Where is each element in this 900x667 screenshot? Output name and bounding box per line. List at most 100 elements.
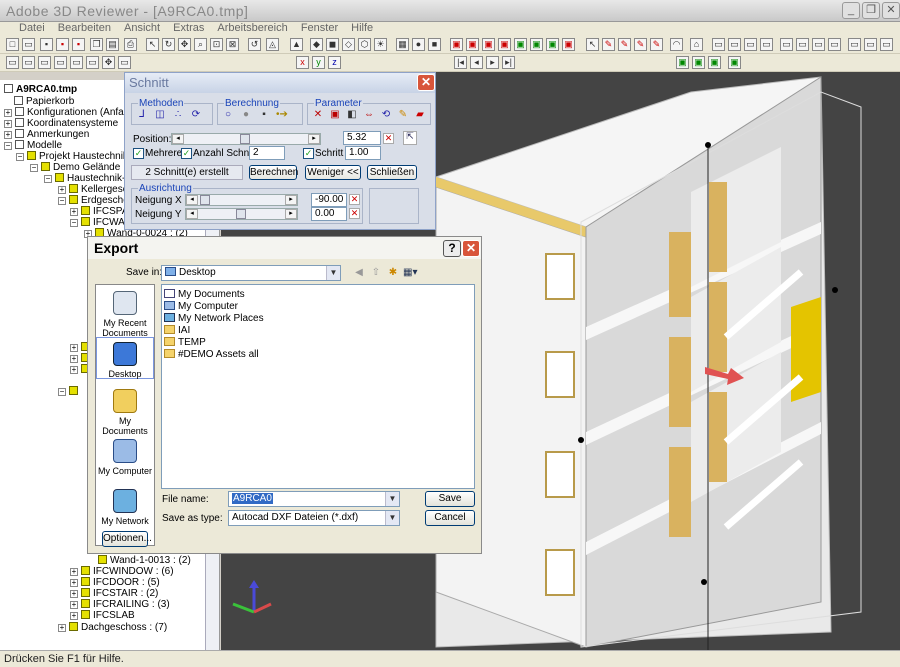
nav-next-icon[interactable]: ▸	[486, 56, 499, 69]
expand-icon[interactable]: +	[70, 366, 78, 374]
view-3-icon[interactable]: ▭	[744, 38, 757, 51]
view-6-icon[interactable]: ▭	[796, 38, 809, 51]
param-6-icon[interactable]: ✎	[396, 108, 410, 122]
sphere-icon[interactable]: ●	[412, 38, 425, 51]
tool2-g1-icon[interactable]: ▣	[676, 56, 689, 69]
axis-z-icon[interactable]: z	[328, 56, 341, 69]
expand-icon[interactable]: +	[70, 612, 78, 620]
new-file-icon[interactable]: □	[6, 38, 19, 51]
place-desktop[interactable]: Desktop	[96, 337, 154, 379]
slider-left-arrow-icon[interactable]: ◂	[172, 134, 184, 144]
tree-item-ifcslab[interactable]: + IFCSLAB	[70, 610, 135, 621]
position-reset-icon[interactable]: ✕	[383, 133, 394, 144]
slider-left-arrow-icon[interactable]: ◂	[186, 195, 198, 205]
method-1-icon[interactable]: ⅃	[135, 108, 149, 122]
param-2-icon[interactable]: ▣	[328, 108, 342, 122]
tree-item-ifcwall[interactable]: − IFCWAL	[70, 217, 130, 228]
neigung-x-reset-icon[interactable]: ✕	[349, 194, 360, 205]
cursor-icon[interactable]: ↖	[586, 38, 599, 51]
nav-first-icon[interactable]: |◂	[454, 56, 467, 69]
rotate-icon[interactable]: ↻	[162, 38, 175, 51]
collapse-icon[interactable]: −	[4, 142, 12, 150]
chevron-down-icon[interactable]: ▼	[385, 492, 399, 506]
wireframe-icon[interactable]: ◇	[342, 38, 355, 51]
markup-5-icon[interactable]: ◠	[670, 38, 683, 51]
menu-ansicht[interactable]: Ansicht	[119, 22, 165, 35]
close-window-button[interactable]: ✕	[882, 2, 900, 19]
tool2-3-icon[interactable]: ▭	[38, 56, 51, 69]
file-name-input[interactable]: A9RCA0 ▼	[228, 491, 400, 507]
expand-icon[interactable]: +	[58, 624, 66, 632]
markup-2-icon[interactable]: ✎	[618, 38, 631, 51]
axis-x-icon[interactable]: x	[296, 56, 309, 69]
measure-icon[interactable]: ◬	[266, 38, 279, 51]
position-pick-icon[interactable]: ⇱	[403, 131, 417, 145]
copy-icon[interactable]: ❐	[90, 38, 103, 51]
param-7-icon[interactable]: ▰	[413, 108, 427, 122]
expand-icon[interactable]: +	[70, 590, 78, 598]
open-folder-icon[interactable]: ▭	[22, 38, 35, 51]
paste-icon[interactable]: ▤	[106, 38, 119, 51]
collapse-icon[interactable]: −	[58, 197, 66, 205]
tool2-4-icon[interactable]: ▭	[54, 56, 67, 69]
menu-datei[interactable]: Datei	[14, 22, 50, 35]
expand-icon[interactable]: +	[58, 186, 66, 194]
param-4-icon[interactable]: ⇔	[362, 108, 376, 122]
view-11-icon[interactable]: ▭	[880, 38, 893, 51]
fit-view-icon[interactable]: ⊠	[226, 38, 239, 51]
view-7-icon[interactable]: ▭	[812, 38, 825, 51]
tool-red-5-icon[interactable]: ▣	[562, 38, 575, 51]
slider-thumb[interactable]	[240, 134, 250, 144]
neigung-y-input[interactable]: 0.00	[311, 207, 347, 221]
chevron-down-icon[interactable]: ▼	[385, 511, 399, 525]
expand-icon[interactable]: +	[4, 131, 12, 139]
tool2-g3-icon[interactable]: ▣	[708, 56, 721, 69]
tool2-g4-icon[interactable]: ▣	[728, 56, 741, 69]
walk-icon[interactable]: ↺	[248, 38, 261, 51]
list-item[interactable]: My Documents	[164, 289, 245, 300]
save-in-dropdown[interactable]: Desktop ▼	[161, 265, 341, 281]
view-2-icon[interactable]: ▭	[728, 38, 741, 51]
menu-arbeitsbereich[interactable]: Arbeitsbereich	[212, 22, 292, 35]
collapse-icon[interactable]: −	[70, 219, 78, 227]
calc-export-icon[interactable]: •➔	[275, 108, 289, 122]
tree-item-papierkorb[interactable]: Papierkorb	[14, 96, 74, 107]
tool-red-4-icon[interactable]: ▣	[498, 38, 511, 51]
view-4-icon[interactable]: ▭	[760, 38, 773, 51]
neigung-y-reset-icon[interactable]: ✕	[349, 208, 360, 219]
back-icon[interactable]: ◀	[352, 266, 366, 280]
calc-circle-icon[interactable]: ○	[221, 108, 235, 122]
menu-hilfe[interactable]: Hilfe	[346, 22, 378, 35]
menu-bearbeiten[interactable]: Bearbeiten	[53, 22, 116, 35]
collapse-icon[interactable]: −	[44, 175, 52, 183]
tool-green-2-icon[interactable]: ▣	[530, 38, 543, 51]
tree-item-anmerkungen[interactable]: + Anmerkungen	[4, 129, 89, 140]
slider-right-arrow-icon[interactable]: ▸	[285, 195, 297, 205]
save-icon[interactable]: ▪	[40, 38, 53, 51]
expand-icon[interactable]: +	[70, 355, 78, 363]
tool-green-1-icon[interactable]: ▣	[514, 38, 527, 51]
tool2-5-icon[interactable]: ▭	[70, 56, 83, 69]
neigung-y-slider[interactable]: ◂ ▸	[185, 208, 298, 220]
collapse-icon[interactable]: −	[16, 153, 24, 161]
param-5-icon[interactable]: ⟲	[379, 108, 393, 122]
list-item[interactable]: IAI	[164, 325, 190, 336]
new-folder-icon[interactable]: ✱	[386, 266, 400, 280]
place-my-computer[interactable]: My Computer	[96, 439, 154, 476]
tree-item-wand-1-0013[interactable]: Wand-1-0013 : (2)	[98, 555, 191, 566]
anzahl-input[interactable]: 2	[249, 146, 285, 160]
black-fill-icon[interactable]: ■	[428, 38, 441, 51]
method-3-icon[interactable]: ∴	[171, 108, 185, 122]
calc-dot-icon[interactable]: ●	[239, 108, 253, 122]
save-type-dropdown[interactable]: Autocad DXF Dateien (*.dxf) ▼	[228, 510, 400, 526]
menu-fenster[interactable]: Fenster	[296, 22, 343, 35]
nav-prev-icon[interactable]: ◂	[470, 56, 483, 69]
markup-3-icon[interactable]: ✎	[634, 38, 647, 51]
chevron-down-icon[interactable]: ▼	[326, 266, 340, 280]
pan-icon[interactable]: ✥	[178, 38, 191, 51]
schritt-input[interactable]: 1.00	[345, 146, 381, 160]
expand-icon[interactable]: +	[70, 208, 78, 216]
pdf-icon[interactable]: ▪	[56, 38, 69, 51]
list-item[interactable]: My Computer	[164, 301, 238, 312]
slider-left-arrow-icon[interactable]: ◂	[186, 209, 198, 219]
